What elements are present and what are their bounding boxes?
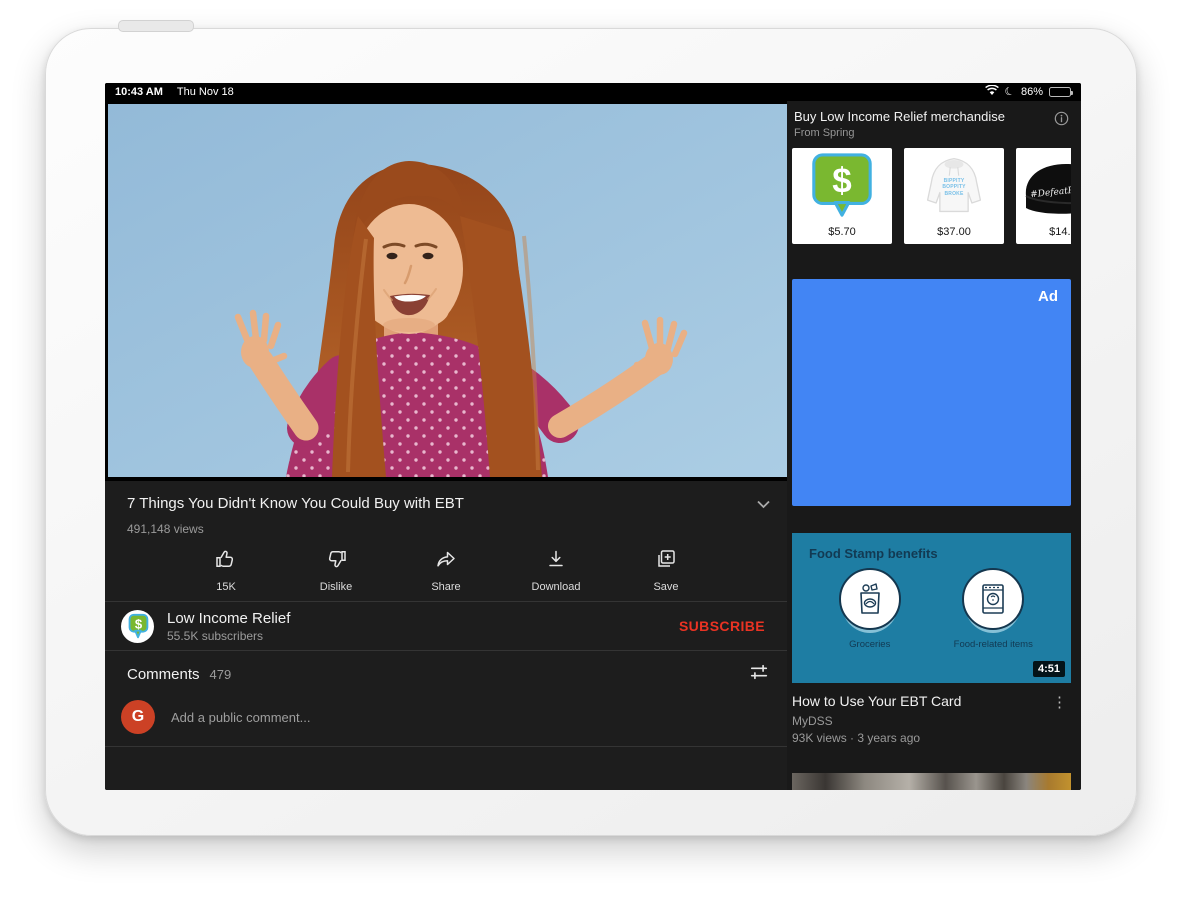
merch-subtitle: From Spring — [794, 127, 1049, 139]
suggested-video-meta[interactable]: How to Use Your EBT Card MyDSS 93K views… — [792, 693, 1071, 745]
svg-text:$: $ — [134, 616, 142, 631]
user-avatar[interactable]: G — [121, 700, 155, 734]
battery-percent: 86% — [1021, 86, 1043, 98]
related-sidebar: Buy Low Income Relief merchandise From S… — [787, 101, 1081, 790]
display-ad[interactable]: Ad — [792, 279, 1071, 506]
save-button[interactable]: Save — [636, 547, 696, 601]
tablet-top-button — [118, 20, 194, 32]
tablet-screen: 10:43 AM Thu Nov 18 ☾ 86% — [105, 83, 1081, 790]
merch-shelf: $ $5.70 BIPPITY BOPPITY BROKE $37. — [792, 148, 1071, 244]
wifi-icon — [985, 85, 999, 99]
video-view-count: 491,148 views — [105, 515, 787, 536]
thumbnail-heading: Food Stamp benefits — [792, 533, 1071, 561]
save-to-playlist-icon — [654, 547, 678, 576]
duration-badge: 4:51 — [1033, 661, 1065, 677]
battery-icon — [1049, 87, 1071, 97]
thumbnail-circle-label: Food-related items — [954, 639, 1033, 650]
share-arrow-icon — [434, 547, 458, 576]
video-action-bar: 15K Dislike Share — [105, 547, 787, 601]
grocery-bag-icon — [854, 582, 886, 616]
do-not-disturb-moon-icon: ☾ — [1004, 85, 1017, 99]
download-label: Download — [532, 581, 581, 593]
thumbnail-circle-food-items: Food-related items — [938, 568, 1048, 650]
presenter-illustration — [108, 104, 787, 477]
next-thumbnail-sliver[interactable] — [792, 773, 1071, 790]
dislike-button[interactable]: Dislike — [306, 547, 366, 601]
merch-header: Buy Low Income Relief merchandise From S… — [792, 101, 1071, 139]
suggested-video-stats: 93K views · 3 years ago — [792, 731, 1048, 745]
channel-row[interactable]: $ Low Income Relief 55.5K subscribers SU… — [105, 602, 787, 650]
share-button[interactable]: Share — [416, 547, 476, 601]
channel-name: Low Income Relief — [167, 610, 679, 627]
divider — [105, 746, 787, 747]
like-button[interactable]: 15K — [196, 547, 256, 601]
channel-subscribers: 55.5K subscribers — [167, 629, 679, 643]
ad-badge: Ad — [1038, 288, 1058, 305]
sort-comments-icon[interactable] — [749, 663, 769, 686]
watch-column: 7 Things You Didn't Know You Could Buy w… — [105, 101, 787, 790]
merch-item-hoodie[interactable]: BIPPITY BOPPITY BROKE $37.00 — [904, 148, 1004, 244]
merch-item-sticker[interactable]: $ $5.70 — [792, 148, 892, 244]
channel-avatar[interactable]: $ — [121, 610, 154, 643]
status-time: 10:43 AM — [115, 86, 163, 98]
video-title: 7 Things You Didn't Know You Could Buy w… — [127, 495, 464, 513]
svg-text:$: $ — [832, 161, 851, 200]
merch-price: $5.70 — [792, 226, 892, 238]
status-bar: 10:43 AM Thu Nov 18 ☾ 86% — [105, 83, 1081, 101]
save-label: Save — [653, 581, 678, 593]
thumbs-down-icon — [324, 547, 348, 576]
download-icon — [544, 547, 568, 576]
dollar-sticker-image: $ — [792, 152, 892, 220]
dislike-label: Dislike — [320, 581, 352, 593]
share-label: Share — [431, 581, 460, 593]
download-button[interactable]: Download — [526, 547, 586, 601]
video-frame-presenter — [108, 104, 787, 477]
comments-header[interactable]: Comments 479 — [105, 651, 787, 690]
merch-price: $14.99 — [1016, 226, 1071, 238]
comment-input-placeholder[interactable]: Add a public comment... — [171, 710, 310, 725]
add-comment-row[interactable]: G Add a public comment... — [105, 690, 787, 746]
merch-price: $37.00 — [904, 226, 1004, 238]
canned-food-icon — [979, 582, 1007, 616]
suggested-video-title[interactable]: How to Use Your EBT Card — [792, 693, 1048, 709]
kebab-menu-icon[interactable]: ⋮ — [1048, 693, 1071, 745]
comments-label: Comments — [127, 666, 200, 683]
merch-title: Buy Low Income Relief merchandise — [794, 109, 1049, 124]
thumbnail-circle-groceries: Groceries — [815, 568, 925, 650]
page: 10:43 AM Thu Nov 18 ☾ 86% — [0, 0, 1200, 904]
suggested-video-channel: MyDSS — [792, 714, 1048, 728]
chevron-down-icon[interactable] — [756, 497, 771, 515]
subscribe-button[interactable]: SUBSCRIBE — [679, 618, 765, 634]
info-icon[interactable] — [1054, 111, 1069, 131]
hoodie-print-text: BIPPITY BOPPITY BROKE — [940, 178, 968, 197]
thumbs-up-icon — [214, 547, 238, 576]
suggested-video-thumbnail[interactable]: Food Stamp benefits Groceri — [792, 533, 1071, 683]
like-count-label: 15K — [216, 581, 236, 593]
comments-count: 479 — [210, 667, 749, 682]
video-player[interactable] — [105, 101, 787, 481]
thumbnail-circle-label: Groceries — [849, 639, 890, 650]
status-date: Thu Nov 18 — [177, 86, 234, 98]
merch-item-fanny-pack[interactable]: #DefeatPoverty $14.99 — [1016, 148, 1071, 244]
